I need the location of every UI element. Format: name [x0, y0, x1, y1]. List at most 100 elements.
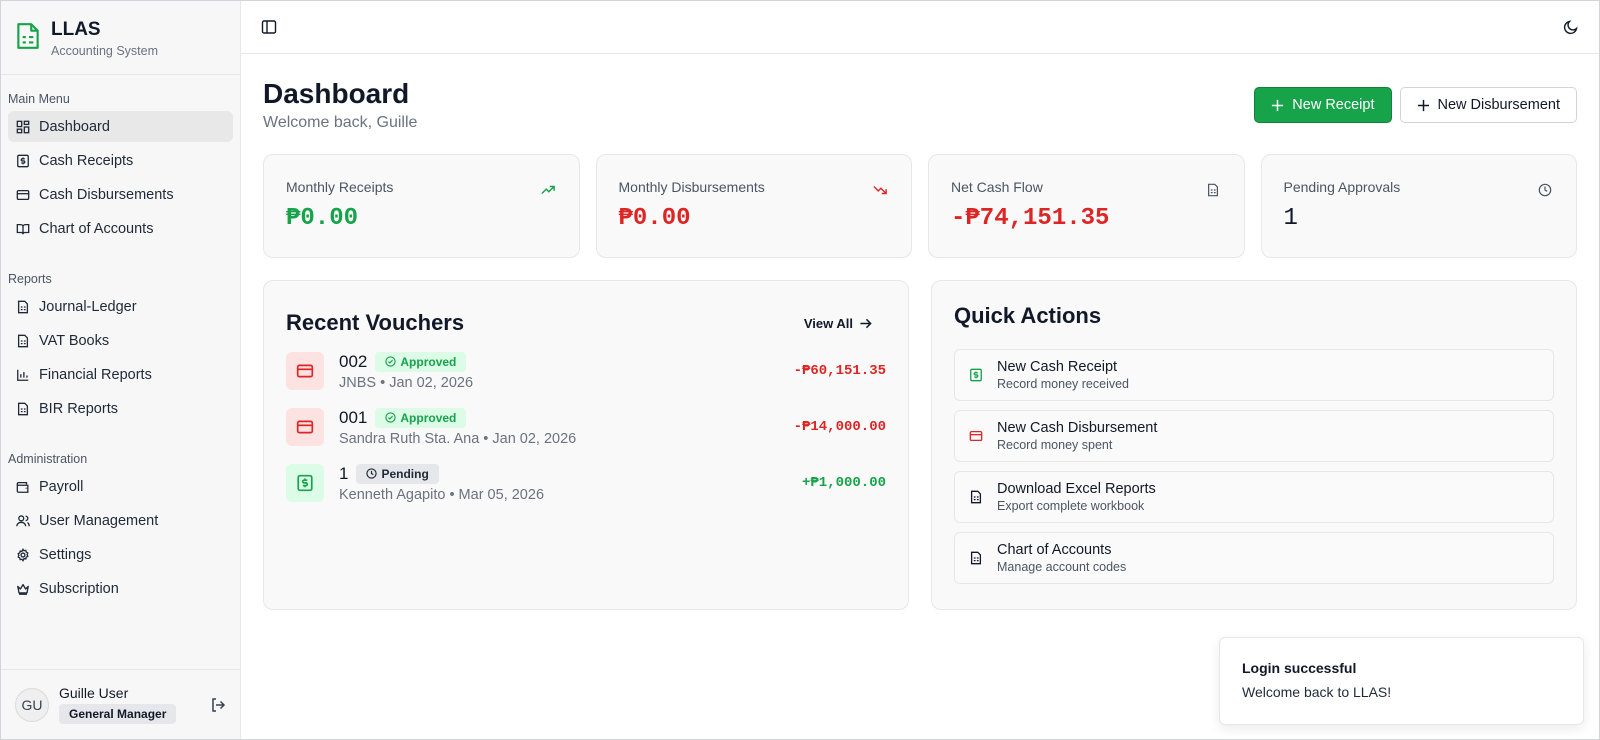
user-role-badge: General Manager	[59, 704, 177, 724]
brand-title: LLAS	[51, 19, 101, 40]
sidebar-item-vat-books[interactable]: VAT Books	[8, 325, 233, 356]
sidebar-item-subscription[interactable]: Subscription	[8, 573, 233, 604]
quick-action-title: Chart of Accounts	[997, 542, 1112, 558]
document-icon	[970, 490, 982, 504]
voucher-amount: -₱14,000.00	[793, 419, 886, 435]
new-receipt-label: New Receipt	[1292, 97, 1375, 113]
sidebar-item-bir-reports[interactable]: BIR Reports	[8, 393, 233, 424]
quick-action-title: Download Excel Reports	[997, 481, 1156, 497]
book-open-icon	[16, 223, 30, 234]
voucher-details: Sandra Ruth Sta. Ana • Jan 02, 2026	[339, 430, 577, 447]
voucher-row[interactable]: 002 Approved JNBS • Jan 02, 2026 -₱60,15…	[286, 343, 886, 399]
main-content: Dashboard Welcome back, Guille New Recei…	[241, 1, 1599, 739]
sidebar-item-journal-ledger[interactable]: Journal-Ledger	[8, 291, 233, 322]
stat-value: 1	[1283, 205, 1298, 232]
dollar-receipt-icon	[970, 368, 982, 382]
document-logo-icon	[17, 23, 39, 49]
quick-action-title: New Cash Receipt	[997, 359, 1118, 375]
sidebar-item-cash-disbursements[interactable]: Cash Disbursements	[8, 179, 233, 210]
voucher-number: 001	[339, 407, 368, 427]
sidebar-item-cash-receipts[interactable]: Cash Receipts	[8, 145, 233, 176]
toast-title: Login successful	[1242, 660, 1357, 676]
wallet-icon	[16, 481, 29, 493]
quick-action-title: New Cash Disbursement	[997, 420, 1158, 436]
plus-icon	[1272, 99, 1284, 111]
stat-label: Pending Approvals	[1283, 179, 1401, 195]
voucher-details: Kenneth Agapito • Mar 05, 2026	[339, 486, 545, 503]
sidebar-item-label: Dashboard	[39, 118, 110, 135]
sidebar-item-user-management[interactable]: User Management	[8, 505, 233, 536]
bar-chart-icon	[17, 369, 29, 381]
page-title: Dashboard	[263, 78, 410, 109]
sidebar-item-label: Cash Disbursements	[39, 186, 174, 203]
trending-up-icon	[540, 185, 555, 194]
sidebar-item-dashboard[interactable]: Dashboard	[8, 111, 233, 142]
stat-label: Monthly Receipts	[286, 179, 394, 195]
quick-action-new-cash-receipt[interactable]: New Cash Receipt Record money received	[954, 349, 1554, 401]
stat-value: ₱0.00	[286, 205, 359, 232]
stats-row: Monthly Receipts ₱0.00 Monthly Disbursem…	[263, 154, 1577, 258]
stat-card-pending-approvals: Pending Approvals 1	[1260, 154, 1577, 258]
recent-vouchers-title: Recent Vouchers	[286, 310, 465, 335]
quick-actions-title: Quick Actions	[954, 303, 1102, 328]
nav-heading-main: Main Menu	[8, 92, 70, 106]
avatar[interactable]: GU	[15, 687, 49, 722]
moon-icon[interactable]	[1563, 19, 1579, 35]
sidebar-item-label: Settings	[39, 546, 92, 563]
voucher-number: 002	[339, 351, 368, 371]
quick-action-download-excel-reports[interactable]: Download Excel Reports Export complete w…	[954, 471, 1554, 523]
plus-icon	[1417, 99, 1429, 111]
voucher-row[interactable]: 1 Pending Kenneth Agapito • Mar 05, 2026…	[286, 455, 886, 511]
stat-label: Net Cash Flow	[951, 179, 1043, 195]
new-receipt-button[interactable]: New Receipt	[1254, 87, 1392, 123]
quick-action-subtitle: Record money spent	[997, 438, 1113, 452]
credit-card-icon	[296, 420, 314, 434]
sidebar-item-payroll[interactable]: Payroll	[8, 471, 233, 502]
recent-vouchers-card: Recent Vouchers View All 002 Approved JN…	[263, 280, 909, 610]
new-disbursement-button[interactable]: New Disbursement	[1399, 87, 1577, 123]
quick-actions-card: Quick Actions New Cash Receipt Record mo…	[931, 280, 1577, 610]
document-icon	[17, 402, 29, 415]
sidebar-item-label: VAT Books	[39, 332, 110, 349]
voucher-type-icon	[286, 408, 324, 446]
document-icon	[970, 551, 982, 565]
voucher-type-icon	[286, 464, 324, 502]
quick-action-new-cash-disbursement[interactable]: New Cash Disbursement Record money spent	[954, 410, 1554, 462]
status-badge: Pending	[356, 463, 439, 484]
page-subtitle: Welcome back, Guille	[263, 114, 418, 131]
quick-action-subtitle: Manage account codes	[997, 560, 1127, 574]
stat-card-monthly-disbursements: Monthly Disbursements ₱0.00	[595, 154, 912, 258]
credit-card-icon	[16, 189, 30, 200]
sidebar-toggle-icon[interactable]	[261, 19, 277, 35]
clock-icon	[366, 468, 378, 479]
credit-card-icon	[296, 364, 314, 378]
stat-label: Monthly Disbursements	[618, 179, 765, 195]
stat-value: -₱74,151.35	[951, 205, 1110, 232]
voucher-amount: +₱1,000.00	[801, 475, 886, 491]
view-all-label: View All	[803, 315, 853, 331]
sidebar-item-settings[interactable]: Settings	[8, 539, 233, 570]
view-all-link[interactable]: View All	[804, 316, 872, 331]
sidebar-item-label: Financial Reports	[39, 366, 152, 383]
toast-message: Welcome back to LLAS!	[1242, 684, 1392, 700]
document-icon	[1207, 183, 1218, 197]
sidebar-item-label: Subscription	[39, 580, 119, 597]
quick-action-subtitle: Export complete workbook	[997, 499, 1145, 513]
sidebar-item-chart-of-accounts[interactable]: Chart of Accounts	[8, 213, 233, 244]
quick-action-chart-of-accounts[interactable]: Chart of Accounts Manage account codes	[954, 532, 1554, 584]
stat-value: ₱0.00	[618, 205, 691, 232]
arrow-right-icon	[860, 318, 872, 328]
user-profile: GU Guille User General Manager	[1, 669, 240, 739]
top-bar	[241, 1, 1599, 54]
brand[interactable]: LLAS Accounting System	[1, 1, 240, 75]
sidebar-item-label: Cash Receipts	[39, 152, 134, 169]
sidebar-item-label: Chart of Accounts	[39, 220, 154, 237]
sidebar-item-financial-reports[interactable]: Financial Reports	[8, 359, 233, 390]
toast-notification[interactable]: Login successful Welcome back to LLAS!	[1219, 637, 1584, 725]
logout-icon[interactable]	[210, 697, 226, 713]
status-label: Approved	[400, 354, 457, 369]
clock-icon	[1538, 183, 1552, 197]
crown-icon	[17, 583, 29, 595]
dashboard-grid-icon	[16, 120, 30, 133]
voucher-row[interactable]: 001 Approved Sandra Ruth Sta. Ana • Jan …	[286, 399, 886, 455]
